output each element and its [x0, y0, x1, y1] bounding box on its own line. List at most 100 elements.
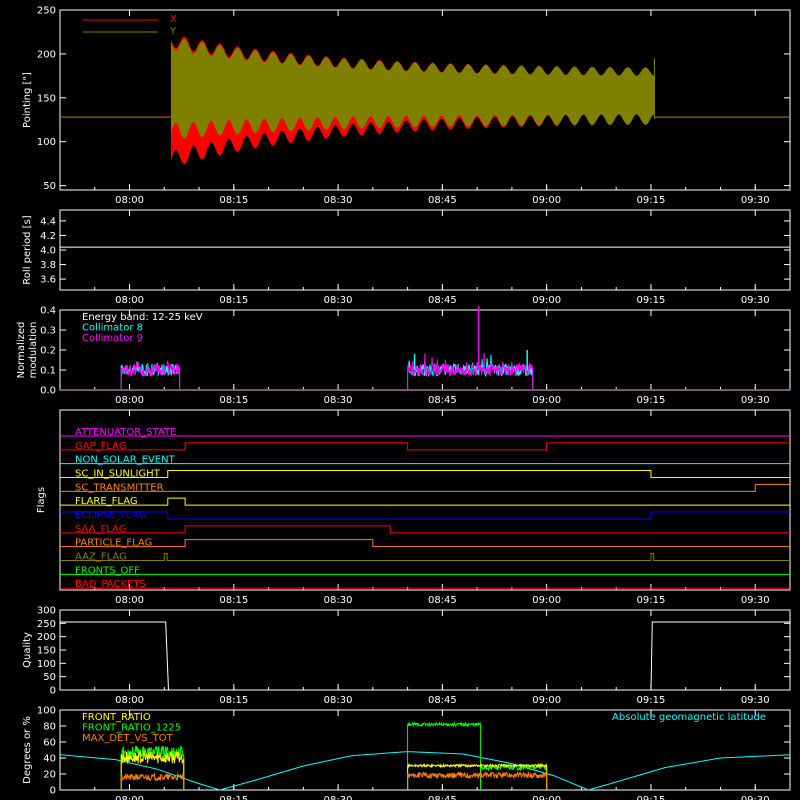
modulation-legend-label: Collimator 9 [82, 333, 143, 344]
x-tick-label: 09:30 [741, 295, 770, 306]
x-tick-label: 09:15 [637, 395, 666, 406]
x-tick-label: 08:45 [428, 295, 457, 306]
chart-page: 08:00 08:15 08:30 08:45 09:00 09:15 09:30 50 100… [0, 0, 800, 800]
y-tick-label: 100 [37, 137, 56, 148]
x-tick-label: 08:30 [324, 595, 353, 606]
x-tick-label: 08:45 [428, 395, 457, 406]
panel-1: 08:00 08:15 08:30 08:45 09:00 09:15 09:30 50 100… [22, 6, 791, 206]
y-axis-label: Flags [36, 487, 47, 513]
flag-label: GAP_FLAG [75, 441, 127, 452]
y-tick-label: 0.4 [40, 306, 56, 317]
flag-label: PARTICLE_FLAG [75, 538, 152, 549]
y-tick-label: 20 [43, 770, 56, 781]
flag-label: BAD_PACKETS [75, 579, 146, 590]
x-tick-label: 08:00 [115, 595, 144, 606]
y-tick-label: 3.6 [40, 275, 56, 286]
y-axis-label: Normalized [16, 322, 27, 379]
x-tick-label: 09:15 [637, 595, 666, 606]
flag-line-sc-transmitter [60, 483, 790, 492]
x-tick-label: 08:30 [324, 695, 353, 706]
y-axis-label: Roll period [s] [22, 215, 33, 284]
y-tick-label: 150 [37, 93, 56, 104]
flag-line-aaz-flag [60, 553, 790, 561]
x-tick-label: 09:15 [637, 695, 666, 706]
flag-line-flare-flag [60, 497, 790, 506]
y-tick-label: 250 [37, 619, 56, 630]
x-tick-label: 08:15 [219, 595, 248, 606]
y-axis-label: modulation [28, 322, 39, 379]
panel-frame [59, 209, 791, 291]
y-tick-label: 60 [43, 738, 56, 749]
x-tick-label: 08:00 [115, 795, 144, 800]
flag-label: SC_TRANSMITTER [75, 482, 164, 493]
modulation-legend-label: Collimator 8 [82, 323, 143, 334]
max-det-vs-tot-series [120, 772, 185, 791]
y-tick-label: 80 [43, 722, 56, 733]
y-tick-label: 100 [37, 706, 56, 717]
flag-label: NON_SOLAR_EVENT [75, 455, 176, 466]
x-tick-label: 09:30 [741, 795, 770, 800]
flag-line-eclipse-flag [60, 511, 790, 520]
flag-line-particle-flag [60, 539, 790, 548]
flag-line-gap-flag [60, 442, 790, 451]
x-tick-label: 08:45 [428, 195, 457, 206]
x-tick-label: 08:30 [324, 795, 353, 800]
x-tick-label: 09:00 [532, 295, 561, 306]
flag-label: FLARE_FLAG [75, 496, 138, 507]
y-tick-label: 0.1 [40, 366, 56, 377]
x-tick-label: 08:00 [115, 295, 144, 306]
x-tick-label: 08:15 [219, 395, 248, 406]
x-tick-label: 08:15 [219, 795, 248, 800]
y-tick-label: 0.0 [40, 386, 56, 397]
x-tick-label: 09:00 [532, 395, 561, 406]
y-tick-label: 250 [37, 6, 56, 17]
x-tick-label: 08:15 [219, 695, 248, 706]
y-axis-label: Degrees or % [22, 716, 33, 784]
x-tick-label: 09:30 [741, 195, 770, 206]
legend-label-x: X [170, 14, 177, 25]
flag-label: SAA_FLAG [75, 524, 126, 535]
flag-label: SC_IN_SUNLIGHT [75, 469, 161, 480]
x-tick-label: 08:00 [115, 195, 144, 206]
y-tick-label: 3.8 [40, 260, 56, 271]
x-tick-label: 08:15 [219, 295, 248, 306]
y-tick-label: 50 [43, 181, 56, 192]
y-tick-label: 100 [37, 659, 56, 670]
panel-6: 08:00 08:15 08:30 08:45 09:00 09:15 09:30 0 20 40… [22, 706, 791, 800]
y-axis-label: Pointing ["] [22, 72, 33, 128]
y-tick-label: 200 [37, 632, 56, 643]
x-tick-label: 08:00 [115, 695, 144, 706]
y-tick-label: 0.2 [40, 346, 56, 357]
x-tick-label: 09:00 [532, 695, 561, 706]
panel-4: 08:00 08:15 08:30 08:45 09:00 09:15 09:30 Flags… [36, 409, 791, 606]
y-tick-label: 200 [37, 49, 56, 60]
y-tick-label: 300 [37, 606, 56, 617]
modulation-legend-label: Energy band: 12-25 keV [82, 312, 203, 323]
panel-3: 08:00 08:15 08:30 08:45 09:00 09:15 09:30 0.0 0.… [16, 306, 791, 406]
x-tick-label: 08:00 [115, 395, 144, 406]
y-tick-label: 4.2 [40, 231, 56, 242]
degrees-legend-label: FRONT_RATIO_1225 [82, 723, 181, 734]
chart-canvas: 08:00 08:15 08:30 08:45 09:00 09:15 09:30 50 100… [16, 6, 791, 800]
flag-line-sc-in-sunlight [60, 470, 790, 478]
y-tick-label: 4.4 [40, 216, 56, 227]
x-tick-label: 09:15 [637, 795, 666, 800]
x-tick-label: 09:30 [741, 695, 770, 706]
y-tick-label: 40 [43, 754, 56, 765]
y-tick-label: 150 [37, 646, 56, 657]
quality-line [60, 621, 790, 691]
legend-label-y: Y [169, 26, 177, 37]
flag-label: ECLIPSE_FLAG [75, 510, 146, 521]
y-tick-label: 0.3 [40, 326, 56, 337]
flag-label: ATTENUATOR_STATE [75, 427, 176, 438]
y-tick-label: 50 [43, 672, 56, 683]
panel-5: 08:00 08:15 08:30 08:45 09:00 09:15 09:30 0 50 10… [22, 606, 791, 706]
y-axis-label: Quality [22, 632, 33, 668]
front-ratio-1225-series [407, 721, 482, 791]
x-tick-label: 09:00 [532, 195, 561, 206]
x-tick-label: 09:30 [741, 395, 770, 406]
flag-label: FRONTS_OFF [75, 565, 140, 576]
latitude-legend-label: Absolute geomagnetic latitude [612, 712, 766, 723]
front-ratio-series [120, 750, 185, 791]
x-tick-label: 08:45 [428, 595, 457, 606]
